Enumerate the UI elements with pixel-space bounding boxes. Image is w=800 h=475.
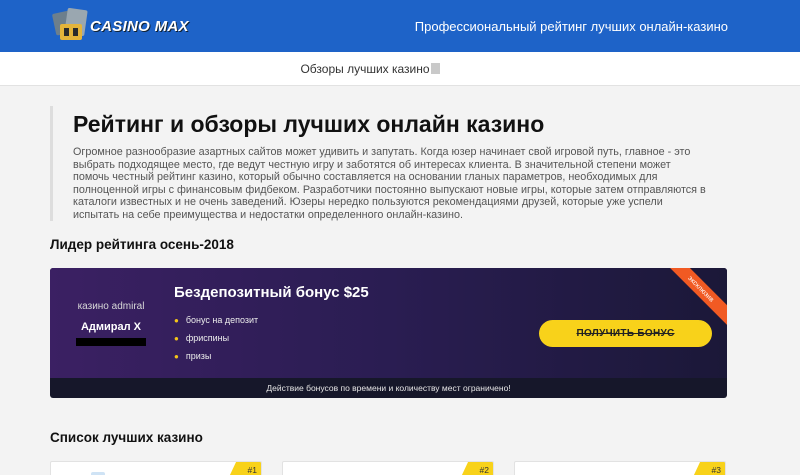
header-tagline: Профессиональный рейтинг лучших онлайн-к…	[414, 18, 728, 34]
page-title: Рейтинг и обзоры лучших онлайн казино	[73, 111, 545, 137]
bullet-icon: ●	[174, 315, 179, 325]
casino-alt-text: казино admiral	[77, 300, 145, 312]
redacted-block	[76, 337, 146, 346]
bonus-feature-item: ● призы	[174, 351, 212, 361]
bullet-icon: ●	[174, 333, 179, 343]
intro-section: Рейтинг и обзоры лучших онлайн казино Ог…	[50, 106, 710, 222]
bullet-icon: ●	[174, 351, 179, 361]
casino-card[interactable]: #2	[282, 461, 494, 475]
site-logo[interactable]: CASINO MAX	[51, 5, 189, 47]
bonus-title: Бездепозитный бонус $25	[174, 284, 369, 301]
casino-card[interactable]: #3	[514, 461, 726, 475]
sub-navigation: Обзоры лучших казино	[0, 52, 800, 86]
logo-text: CASINO MAX	[90, 17, 189, 35]
slot-machine-icon	[51, 6, 88, 46]
banner-footer: Действие бонусов по времени и количеству…	[50, 378, 727, 398]
banner-footer-note: Действие бонусов по времени и количеству…	[266, 383, 511, 393]
get-bonus-label: ПОЛУЧИТЬ БОНУС	[576, 328, 675, 339]
casino-list-title: Список лучших казино	[50, 430, 203, 445]
bonus-feature-item: ● бонус на депозит	[174, 315, 259, 325]
rank-badge: #2	[461, 462, 493, 475]
casino-card[interactable]: #1	[50, 461, 262, 475]
intro-text: Огромное разнообразие азартных сайтов мо…	[73, 146, 706, 221]
nav-link-reviews-label: Обзоры лучших казино	[300, 61, 430, 76]
casino-name: Адмирал Х	[80, 320, 142, 333]
rank-badge: #1	[229, 462, 261, 475]
exclusive-ribbon: эксклюзив	[667, 268, 727, 328]
dropdown-marker-icon	[430, 63, 440, 74]
leader-banner: казино admiral Адмирал Х Бездепозитный б…	[50, 268, 727, 398]
nav-link-reviews[interactable]: Обзоры лучших казино	[300, 61, 440, 76]
bonus-features: ● бонус на депозит ● фриспины ● призы	[174, 311, 369, 365]
leader-section-title: Лидер рейтинга осень-2018	[50, 237, 234, 252]
casino-side-panel[interactable]: казино admiral Адмирал Х	[50, 268, 172, 378]
rank-badge: #3	[693, 462, 725, 475]
ribbon-label: эксклюзив	[686, 274, 716, 304]
bonus-offer: Бездепозитный бонус $25 ● бонус на депози…	[174, 284, 369, 365]
bonus-feature-item: ● фриспины	[174, 333, 230, 343]
site-header: CASINO MAX Профессиональный рейтинг лучш…	[0, 0, 800, 52]
